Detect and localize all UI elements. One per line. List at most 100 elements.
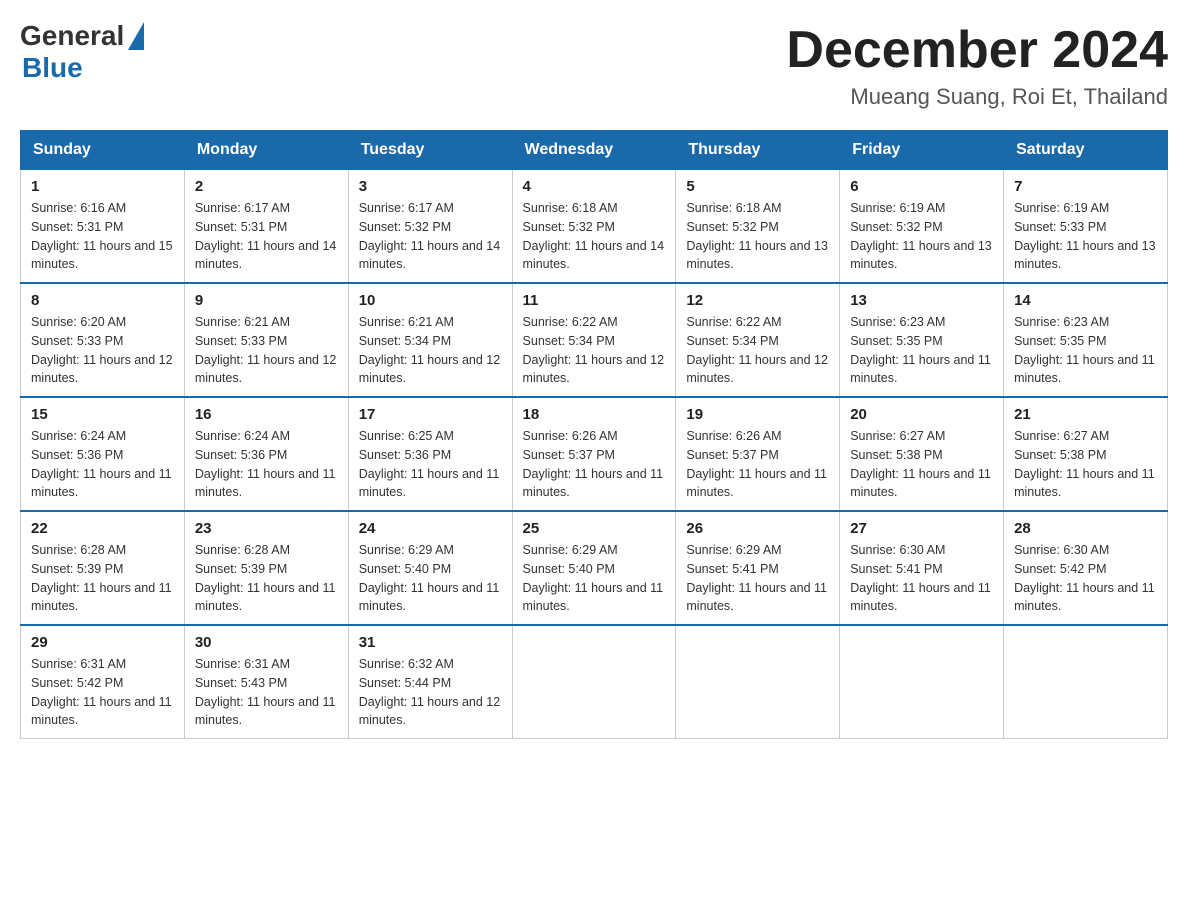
day-info: Sunrise: 6:25 AMSunset: 5:36 PMDaylight:… bbox=[359, 427, 502, 502]
table-row: 6 Sunrise: 6:19 AMSunset: 5:32 PMDayligh… bbox=[840, 170, 1004, 284]
day-info: Sunrise: 6:26 AMSunset: 5:37 PMDaylight:… bbox=[686, 427, 829, 502]
day-number: 18 bbox=[523, 406, 666, 423]
table-row: 4 Sunrise: 6:18 AMSunset: 5:32 PMDayligh… bbox=[512, 170, 676, 284]
day-number: 23 bbox=[195, 520, 338, 537]
day-info: Sunrise: 6:18 AMSunset: 5:32 PMDaylight:… bbox=[523, 199, 666, 274]
table-row bbox=[840, 625, 1004, 739]
day-info: Sunrise: 6:29 AMSunset: 5:41 PMDaylight:… bbox=[686, 541, 829, 616]
day-info: Sunrise: 6:32 AMSunset: 5:44 PMDaylight:… bbox=[359, 655, 502, 730]
calendar-week-row: 15 Sunrise: 6:24 AMSunset: 5:36 PMDaylig… bbox=[21, 397, 1168, 511]
day-info: Sunrise: 6:20 AMSunset: 5:33 PMDaylight:… bbox=[31, 313, 174, 388]
day-number: 26 bbox=[686, 520, 829, 537]
day-number: 17 bbox=[359, 406, 502, 423]
table-row: 18 Sunrise: 6:26 AMSunset: 5:37 PMDaylig… bbox=[512, 397, 676, 511]
table-row: 10 Sunrise: 6:21 AMSunset: 5:34 PMDaylig… bbox=[348, 283, 512, 397]
day-info: Sunrise: 6:31 AMSunset: 5:42 PMDaylight:… bbox=[31, 655, 174, 730]
day-info: Sunrise: 6:28 AMSunset: 5:39 PMDaylight:… bbox=[195, 541, 338, 616]
day-info: Sunrise: 6:29 AMSunset: 5:40 PMDaylight:… bbox=[359, 541, 502, 616]
day-info: Sunrise: 6:16 AMSunset: 5:31 PMDaylight:… bbox=[31, 199, 174, 274]
calendar-week-row: 22 Sunrise: 6:28 AMSunset: 5:39 PMDaylig… bbox=[21, 511, 1168, 625]
day-number: 11 bbox=[523, 292, 666, 309]
logo: General Blue bbox=[20, 20, 144, 84]
table-row: 12 Sunrise: 6:22 AMSunset: 5:34 PMDaylig… bbox=[676, 283, 840, 397]
table-row: 13 Sunrise: 6:23 AMSunset: 5:35 PMDaylig… bbox=[840, 283, 1004, 397]
day-info: Sunrise: 6:24 AMSunset: 5:36 PMDaylight:… bbox=[31, 427, 174, 502]
table-row: 21 Sunrise: 6:27 AMSunset: 5:38 PMDaylig… bbox=[1004, 397, 1168, 511]
calendar-table: Sunday Monday Tuesday Wednesday Thursday… bbox=[20, 130, 1168, 739]
day-info: Sunrise: 6:24 AMSunset: 5:36 PMDaylight:… bbox=[195, 427, 338, 502]
table-row: 3 Sunrise: 6:17 AMSunset: 5:32 PMDayligh… bbox=[348, 170, 512, 284]
table-row: 15 Sunrise: 6:24 AMSunset: 5:36 PMDaylig… bbox=[21, 397, 185, 511]
calendar-week-row: 29 Sunrise: 6:31 AMSunset: 5:42 PMDaylig… bbox=[21, 625, 1168, 739]
calendar-title: December 2024 bbox=[786, 20, 1168, 80]
day-number: 29 bbox=[31, 634, 174, 651]
day-info: Sunrise: 6:30 AMSunset: 5:42 PMDaylight:… bbox=[1014, 541, 1157, 616]
day-number: 24 bbox=[359, 520, 502, 537]
table-row: 7 Sunrise: 6:19 AMSunset: 5:33 PMDayligh… bbox=[1004, 170, 1168, 284]
table-row: 17 Sunrise: 6:25 AMSunset: 5:36 PMDaylig… bbox=[348, 397, 512, 511]
calendar-subtitle: Mueang Suang, Roi Et, Thailand bbox=[786, 84, 1168, 110]
day-number: 30 bbox=[195, 634, 338, 651]
col-monday: Monday bbox=[184, 131, 348, 170]
logo-blue-text: Blue bbox=[22, 52, 144, 84]
day-info: Sunrise: 6:21 AMSunset: 5:34 PMDaylight:… bbox=[359, 313, 502, 388]
day-info: Sunrise: 6:19 AMSunset: 5:32 PMDaylight:… bbox=[850, 199, 993, 274]
day-number: 7 bbox=[1014, 178, 1157, 195]
calendar-week-row: 8 Sunrise: 6:20 AMSunset: 5:33 PMDayligh… bbox=[21, 283, 1168, 397]
day-info: Sunrise: 6:21 AMSunset: 5:33 PMDaylight:… bbox=[195, 313, 338, 388]
day-number: 16 bbox=[195, 406, 338, 423]
col-saturday: Saturday bbox=[1004, 131, 1168, 170]
day-number: 15 bbox=[31, 406, 174, 423]
title-section: December 2024 Mueang Suang, Roi Et, Thai… bbox=[786, 20, 1168, 110]
day-number: 3 bbox=[359, 178, 502, 195]
day-info: Sunrise: 6:22 AMSunset: 5:34 PMDaylight:… bbox=[686, 313, 829, 388]
day-number: 22 bbox=[31, 520, 174, 537]
table-row bbox=[1004, 625, 1168, 739]
table-row: 28 Sunrise: 6:30 AMSunset: 5:42 PMDaylig… bbox=[1004, 511, 1168, 625]
col-sunday: Sunday bbox=[21, 131, 185, 170]
day-info: Sunrise: 6:26 AMSunset: 5:37 PMDaylight:… bbox=[523, 427, 666, 502]
table-row: 31 Sunrise: 6:32 AMSunset: 5:44 PMDaylig… bbox=[348, 625, 512, 739]
day-info: Sunrise: 6:17 AMSunset: 5:32 PMDaylight:… bbox=[359, 199, 502, 274]
day-number: 21 bbox=[1014, 406, 1157, 423]
day-info: Sunrise: 6:17 AMSunset: 5:31 PMDaylight:… bbox=[195, 199, 338, 274]
day-number: 10 bbox=[359, 292, 502, 309]
day-number: 9 bbox=[195, 292, 338, 309]
day-info: Sunrise: 6:29 AMSunset: 5:40 PMDaylight:… bbox=[523, 541, 666, 616]
calendar-week-row: 1 Sunrise: 6:16 AMSunset: 5:31 PMDayligh… bbox=[21, 170, 1168, 284]
table-row: 5 Sunrise: 6:18 AMSunset: 5:32 PMDayligh… bbox=[676, 170, 840, 284]
table-row bbox=[512, 625, 676, 739]
day-info: Sunrise: 6:19 AMSunset: 5:33 PMDaylight:… bbox=[1014, 199, 1157, 274]
day-number: 1 bbox=[31, 178, 174, 195]
day-info: Sunrise: 6:31 AMSunset: 5:43 PMDaylight:… bbox=[195, 655, 338, 730]
day-info: Sunrise: 6:27 AMSunset: 5:38 PMDaylight:… bbox=[1014, 427, 1157, 502]
day-number: 8 bbox=[31, 292, 174, 309]
logo-general-text: General bbox=[20, 20, 124, 52]
table-row: 11 Sunrise: 6:22 AMSunset: 5:34 PMDaylig… bbox=[512, 283, 676, 397]
table-row: 16 Sunrise: 6:24 AMSunset: 5:36 PMDaylig… bbox=[184, 397, 348, 511]
day-info: Sunrise: 6:30 AMSunset: 5:41 PMDaylight:… bbox=[850, 541, 993, 616]
day-number: 13 bbox=[850, 292, 993, 309]
col-tuesday: Tuesday bbox=[348, 131, 512, 170]
col-friday: Friday bbox=[840, 131, 1004, 170]
col-thursday: Thursday bbox=[676, 131, 840, 170]
day-number: 27 bbox=[850, 520, 993, 537]
table-row: 23 Sunrise: 6:28 AMSunset: 5:39 PMDaylig… bbox=[184, 511, 348, 625]
day-info: Sunrise: 6:23 AMSunset: 5:35 PMDaylight:… bbox=[850, 313, 993, 388]
table-row: 19 Sunrise: 6:26 AMSunset: 5:37 PMDaylig… bbox=[676, 397, 840, 511]
day-number: 28 bbox=[1014, 520, 1157, 537]
col-wednesday: Wednesday bbox=[512, 131, 676, 170]
day-number: 6 bbox=[850, 178, 993, 195]
day-number: 12 bbox=[686, 292, 829, 309]
day-number: 4 bbox=[523, 178, 666, 195]
table-row: 20 Sunrise: 6:27 AMSunset: 5:38 PMDaylig… bbox=[840, 397, 1004, 511]
day-info: Sunrise: 6:27 AMSunset: 5:38 PMDaylight:… bbox=[850, 427, 993, 502]
logo-triangle-icon bbox=[128, 22, 144, 50]
table-row: 24 Sunrise: 6:29 AMSunset: 5:40 PMDaylig… bbox=[348, 511, 512, 625]
day-number: 2 bbox=[195, 178, 338, 195]
calendar-header-row: Sunday Monday Tuesday Wednesday Thursday… bbox=[21, 131, 1168, 170]
day-number: 25 bbox=[523, 520, 666, 537]
page-header: General Blue December 2024 Mueang Suang,… bbox=[20, 20, 1168, 110]
table-row: 30 Sunrise: 6:31 AMSunset: 5:43 PMDaylig… bbox=[184, 625, 348, 739]
day-info: Sunrise: 6:28 AMSunset: 5:39 PMDaylight:… bbox=[31, 541, 174, 616]
